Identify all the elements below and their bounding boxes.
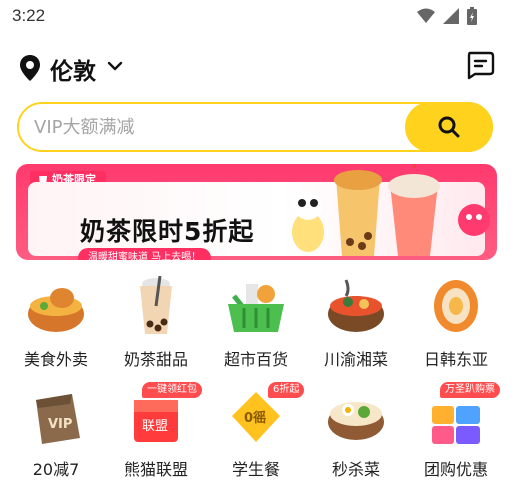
category-panda-league[interactable]: 一键领红包 联盟 熊猫联盟 bbox=[106, 380, 206, 480]
category-student-meal[interactable]: 6折起 0徭 学生餐 bbox=[206, 380, 306, 480]
chevron-down-icon[interactable] bbox=[107, 58, 123, 74]
status-time: 3:22 bbox=[12, 6, 46, 25]
location-pin-icon[interactable] bbox=[18, 54, 42, 82]
wifi-icon bbox=[417, 8, 435, 23]
promo-subtitle[interactable]: 温暖甜蜜味道 马上去喝！ bbox=[78, 248, 212, 260]
category-label: 超市百货 bbox=[223, 350, 288, 369]
sushi-icon bbox=[434, 280, 478, 332]
category-group-buy[interactable]: 万圣趴购票 团购优惠 bbox=[406, 380, 506, 480]
status-bar: 3:22 bbox=[0, 0, 513, 32]
badge: 6折起 bbox=[268, 382, 305, 398]
bubble-tea-illustration bbox=[292, 164, 490, 256]
category-label: 学生餐 bbox=[231, 460, 280, 479]
category-label: 20减7 bbox=[32, 460, 80, 479]
category-label: 日韩东亚 bbox=[423, 350, 488, 369]
category-sichuan-hunan[interactable]: 川渝湘菜 bbox=[306, 270, 406, 370]
svg-text:VIP: VIP bbox=[48, 417, 72, 432]
promo-title: 奶茶限时5折起 bbox=[80, 217, 255, 246]
food-bowl-icon bbox=[28, 288, 84, 332]
category-east-asian[interactable]: 日韩东亚 bbox=[406, 270, 506, 370]
bubble-tea-icon bbox=[140, 276, 172, 334]
category-label: 团购优惠 bbox=[423, 460, 488, 479]
category-label: 秒杀菜 bbox=[331, 460, 380, 479]
category-bubble-tea[interactable]: 奶茶甜品 bbox=[106, 270, 206, 370]
flash-sale-dish-icon bbox=[328, 402, 384, 440]
search-icon bbox=[438, 116, 460, 138]
promo-banner[interactable]: 奶茶限定 奶茶限时5折起 温暖甜蜜味道 马上去喝！ bbox=[16, 164, 497, 260]
hotpot-bowl-icon bbox=[328, 279, 384, 332]
svg-text:联盟: 联盟 bbox=[142, 419, 168, 434]
city-selector[interactable]: 伦敦 bbox=[50, 52, 96, 86]
location-header: 伦敦 bbox=[0, 44, 513, 88]
search-bar bbox=[17, 102, 493, 152]
badge: 万圣趴购票 bbox=[440, 382, 500, 398]
category-flash-sale[interactable]: 秒杀菜 bbox=[306, 380, 406, 480]
signal-icon bbox=[443, 8, 459, 24]
category-label: 熊猫联盟 bbox=[123, 460, 188, 479]
category-label: 奶茶甜品 bbox=[123, 350, 188, 369]
category-label: 美食外卖 bbox=[23, 350, 88, 369]
vip-bag-icon: VIP bbox=[36, 394, 80, 444]
category-vip-discount[interactable]: VIP 20减7 bbox=[6, 380, 106, 480]
search-button[interactable] bbox=[405, 102, 493, 152]
category-label: 川渝湘菜 bbox=[323, 350, 388, 369]
badge: 一键领红包 bbox=[142, 382, 202, 398]
category-grid: 美食外卖 奶茶甜品 超市百货 川渝湘菜 日韩东亚 VIP 20减7 一键领红包 … bbox=[0, 270, 513, 481]
grocery-basket-icon bbox=[228, 284, 284, 332]
status-icons bbox=[417, 7, 477, 25]
message-icon[interactable] bbox=[465, 50, 495, 80]
svg-text:0徭: 0徭 bbox=[244, 410, 266, 426]
category-supermarket[interactable]: 超市百货 bbox=[206, 270, 306, 370]
battery-icon bbox=[467, 7, 477, 25]
search-input[interactable] bbox=[34, 104, 394, 150]
category-food-delivery[interactable]: 美食外卖 bbox=[6, 270, 106, 370]
